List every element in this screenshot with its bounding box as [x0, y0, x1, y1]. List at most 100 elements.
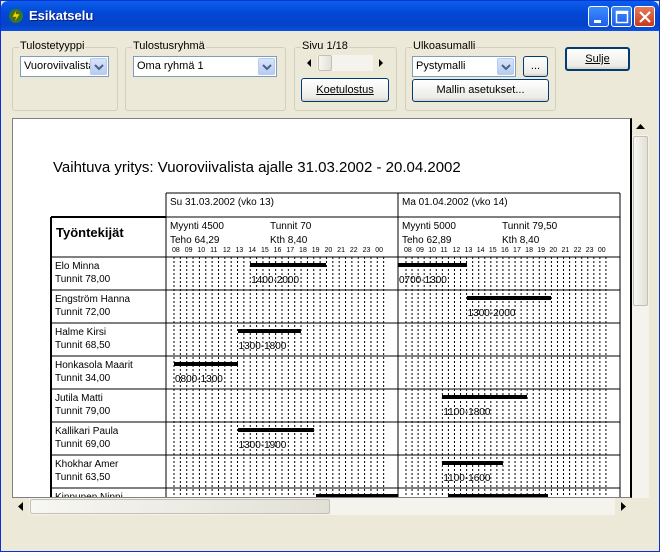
scroll-left-button[interactable]	[12, 498, 29, 515]
vertical-scroll-thumb[interactable]	[633, 136, 648, 306]
test-print-button[interactable]: Koetulostus	[301, 78, 389, 102]
employee-hours: Tunnit 63,50	[55, 472, 111, 483]
page-prev-button[interactable]	[301, 55, 317, 71]
print-type-select[interactable]: Vuoroviivalista	[20, 56, 109, 77]
employee-hours: Tunnit 79,00	[55, 406, 111, 417]
shift-label: 1300-2000	[467, 308, 516, 319]
page-label: Sivu 1/18	[301, 40, 349, 52]
hour-label: 10	[428, 247, 437, 254]
shift-label: 0800-1300	[175, 374, 223, 385]
scroll-up-button[interactable]	[632, 118, 649, 135]
shift-label: 1300-1900	[238, 440, 287, 451]
title-bar[interactable]: Esikatselu	[1, 1, 659, 31]
arrow-right-icon	[621, 502, 626, 511]
employee-name: Honkasola Maarit	[55, 360, 133, 371]
scroll-corner	[632, 498, 649, 515]
arrow-left-icon	[307, 59, 311, 67]
maximize-button[interactable]	[611, 6, 632, 27]
hour-label: 16	[500, 247, 509, 254]
day-date: Su 31.03.2002 (vko 13)	[170, 197, 274, 208]
minimize-button[interactable]	[588, 6, 609, 27]
employee-name: Kallikari Paula	[55, 426, 119, 437]
horizontal-scroll-thumb[interactable]	[30, 499, 330, 514]
scroll-right-button[interactable]	[615, 498, 632, 515]
hour-label: 18	[525, 247, 533, 254]
hour-label: 00	[375, 247, 384, 254]
print-group-label: Tulostusryhmä	[132, 40, 206, 52]
model-settings-label: Mallin asetukset...	[436, 84, 525, 96]
employee-hours: Tunnit 34,00	[55, 373, 111, 384]
preview-window: Esikatselu Tulostetyyppi Vuoroviivalista…	[0, 0, 660, 552]
day-sales: Myynti 4500	[170, 221, 224, 232]
horizontal-scrollbar[interactable]	[12, 498, 632, 515]
day-date: Ma 01.04.2002 (vko 14)	[402, 197, 508, 208]
chevron-down-icon[interactable]	[90, 58, 107, 75]
employee-name: Elo Minna	[55, 261, 100, 272]
hour-label: 16	[273, 247, 282, 254]
maximize-icon	[615, 10, 629, 24]
arrow-up-icon	[636, 124, 645, 129]
hour-label: 00	[597, 247, 606, 254]
day-kth: Kth 8,40	[502, 235, 540, 246]
hour-label: 20	[549, 247, 558, 254]
print-type-label: Tulostetyyppi	[19, 40, 86, 52]
hour-label: 08	[172, 247, 180, 254]
hour-label: 13	[235, 247, 244, 254]
shift-bar	[250, 263, 327, 267]
layout-browse-button[interactable]: ...	[523, 56, 548, 77]
vertical-scrollbar[interactable]	[632, 118, 649, 498]
page-scrollbar[interactable]	[301, 55, 389, 71]
page-scroll-thumb[interactable]	[318, 55, 332, 71]
close-dialog-label: Sulje	[585, 53, 610, 65]
hour-label: 11	[210, 247, 218, 254]
arrow-right-icon	[379, 59, 383, 67]
layout-model-select[interactable]: Pystymalli	[412, 56, 516, 77]
hour-label: 21	[337, 247, 345, 254]
shift-bar	[466, 296, 552, 300]
chevron-down-icon[interactable]	[258, 58, 275, 75]
layout-model-value: Pystymalli	[416, 60, 466, 72]
shift-bar	[442, 461, 503, 465]
employee-name: Khokhar Amer	[55, 459, 119, 470]
shift-bar	[398, 263, 467, 267]
employee-hours: Tunnit 68,50	[55, 340, 111, 351]
hour-label: 14	[248, 247, 257, 254]
print-group-select[interactable]: Oma ryhmä 1	[133, 56, 277, 77]
hour-label: 23	[362, 247, 371, 254]
layout-model-label: Ulkoasumalli	[412, 40, 477, 52]
test-print-label: Koetulostus	[316, 84, 374, 96]
hour-label: 22	[349, 247, 358, 254]
hour-label: 23	[585, 247, 594, 254]
hour-label: 19	[311, 247, 320, 254]
close-icon	[639, 11, 651, 23]
shift-bar	[237, 428, 314, 432]
close-button[interactable]	[634, 6, 655, 27]
close-dialog-button[interactable]: Sulje	[565, 47, 630, 71]
shift-label: 0700-1300	[399, 275, 447, 286]
hour-label: 09	[416, 247, 424, 254]
window-title: Esikatselu	[29, 8, 94, 23]
chevron-down-icon[interactable]	[497, 58, 514, 75]
print-preview-area[interactable]: Vaihtuva yritys: Vuoroviivalista ajalle …	[12, 118, 632, 498]
hour-label: 14	[476, 247, 485, 254]
hour-label: 09	[184, 247, 193, 254]
shift-label: 1300-1800	[238, 341, 287, 352]
hour-label: 13	[464, 247, 473, 254]
shift-bar	[237, 329, 302, 333]
shift-label: 1100-1800	[443, 407, 491, 418]
minimize-icon	[594, 20, 601, 23]
hour-label: 15	[260, 247, 269, 254]
hour-label: 12	[222, 247, 231, 254]
model-settings-button[interactable]: Mallin asetukset...	[412, 79, 549, 102]
page-next-button[interactable]	[373, 55, 389, 71]
employee-hours: Tunnit 69,00	[55, 439, 111, 450]
hour-label: 17	[286, 247, 295, 254]
hour-label: 20	[324, 247, 333, 254]
hour-label: 19	[537, 247, 546, 254]
arrow-left-icon	[18, 502, 23, 511]
shift-label: 1400-2000	[251, 275, 300, 286]
employee-hours: Tunnit 78,00	[55, 274, 111, 285]
hour-label: 10	[197, 247, 206, 254]
day-efficiency: Teho 64,29	[170, 235, 220, 246]
employees-header: Työntekijät	[56, 225, 124, 240]
